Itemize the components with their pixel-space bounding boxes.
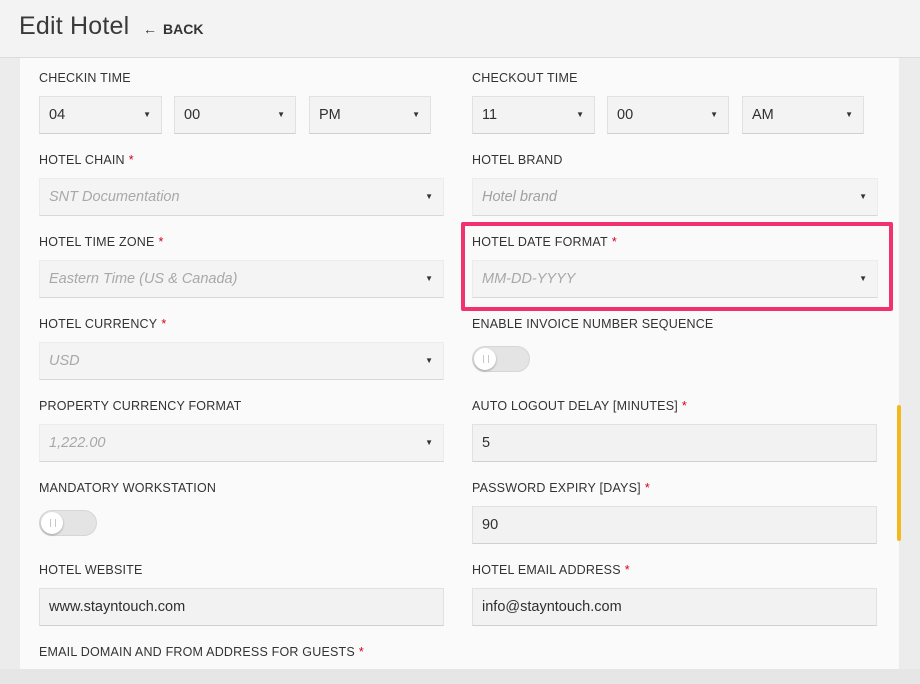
hotel-brand-select[interactable]: Hotel brand ▼	[472, 178, 878, 216]
bottom-strip	[0, 669, 920, 684]
checkout-minute-select[interactable]: 00 ▼	[607, 96, 729, 134]
toggle-knob	[41, 512, 63, 534]
chevron-down-icon: ▼	[425, 274, 433, 283]
password-expiry-input[interactable]: 90	[472, 506, 877, 544]
checkout-ampm-select[interactable]: AM ▼	[742, 96, 864, 134]
checkin-ampm-select[interactable]: PM ▼	[309, 96, 431, 134]
hotel-chain-select[interactable]: SNT Documentation ▼	[39, 178, 444, 216]
chevron-down-icon: ▼	[859, 274, 867, 283]
auto-logout-input[interactable]: 5	[472, 424, 877, 462]
back-button[interactable]: ← BACK	[143, 21, 203, 37]
checkin-time-label: CHECKIN TIME	[39, 71, 131, 85]
password-expiry-label: PASSWORD EXPIRY [DAYS] *	[472, 481, 650, 495]
chevron-down-icon: ▼	[859, 192, 867, 201]
hotel-date-format-select[interactable]: MM-DD-YYYY ▼	[472, 260, 878, 298]
back-label: BACK	[163, 21, 204, 37]
back-arrow-icon: ←	[143, 21, 157, 37]
scrollbar[interactable]	[897, 405, 901, 541]
chevron-down-icon: ▼	[425, 356, 433, 365]
auto-logout-label: AUTO LOGOUT DELAY [MINUTES] *	[472, 399, 687, 413]
chevron-down-icon: ▼	[277, 110, 285, 119]
hotel-time-zone-select[interactable]: Eastern Time (US & Canada) ▼	[39, 260, 444, 298]
currency-format-label: PROPERTY CURRENCY FORMAT	[39, 399, 242, 413]
checkout-hour-select[interactable]: 11 ▼	[472, 96, 595, 134]
hotel-email-label: HOTEL EMAIL ADDRESS *	[472, 563, 630, 577]
hotel-currency-label: HOTEL CURRENCY *	[39, 317, 167, 331]
email-domain-label: EMAIL DOMAIN AND FROM ADDRESS FOR GUESTS…	[39, 645, 364, 659]
hotel-currency-select[interactable]: USD ▼	[39, 342, 444, 380]
invoice-sequence-label: ENABLE INVOICE NUMBER SEQUENCE	[472, 317, 714, 331]
hotel-time-zone-label: HOTEL TIME ZONE *	[39, 235, 164, 249]
hotel-brand-label: HOTEL BRAND	[472, 153, 563, 167]
mandatory-workstation-label: MANDATORY WORKSTATION	[39, 481, 217, 495]
hotel-date-format-label: HOTEL DATE FORMAT *	[472, 235, 617, 249]
header: Edit Hotel ← BACK	[0, 0, 920, 58]
hotel-email-input[interactable]: info@stayntouch.com	[472, 588, 877, 626]
hotel-website-label: HOTEL WEBSITE	[39, 563, 143, 577]
checkin-minute-select[interactable]: 00 ▼	[174, 96, 296, 134]
chevron-down-icon: ▼	[425, 438, 433, 447]
toggle-knob	[474, 348, 496, 370]
mandatory-workstation-toggle[interactable]	[39, 510, 97, 536]
chevron-down-icon: ▼	[576, 110, 584, 119]
currency-format-select[interactable]: 1,222.00 ▼	[39, 424, 444, 462]
chevron-down-icon: ▼	[845, 110, 853, 119]
page-title: Edit Hotel	[19, 12, 130, 40]
chevron-down-icon: ▼	[412, 110, 420, 119]
hotel-website-input[interactable]: www.stayntouch.com	[39, 588, 444, 626]
chevron-down-icon: ▼	[425, 192, 433, 201]
chevron-down-icon: ▼	[710, 110, 718, 119]
hotel-chain-label: HOTEL CHAIN *	[39, 153, 134, 167]
checkin-hour-select[interactable]: 04 ▼	[39, 96, 162, 134]
invoice-sequence-toggle[interactable]	[472, 346, 530, 372]
checkout-time-label: CHECKOUT TIME	[472, 71, 578, 85]
form-panel: CHECKIN TIME 04 ▼ 00 ▼ PM ▼ CHECKOUT TIME 1…	[20, 58, 899, 669]
chevron-down-icon: ▼	[143, 110, 151, 119]
